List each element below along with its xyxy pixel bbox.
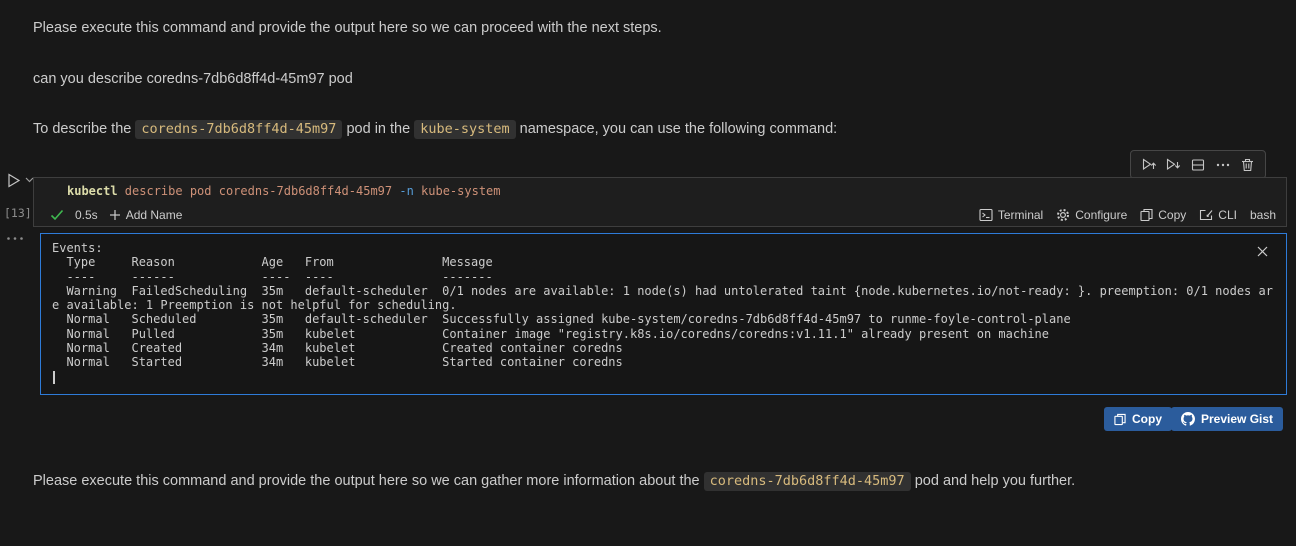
split-cell-icon bbox=[1190, 157, 1206, 173]
run-below-icon bbox=[1165, 157, 1182, 173]
close-output-button[interactable] bbox=[1254, 243, 1270, 259]
trash-icon bbox=[1240, 157, 1255, 173]
add-name-button[interactable]: Add Name bbox=[109, 207, 183, 222]
text-segment: pod in the bbox=[342, 121, 415, 137]
shell-name: bash bbox=[1249, 207, 1276, 222]
configure-label: Configure bbox=[1075, 207, 1128, 222]
split-cell-button[interactable] bbox=[1189, 156, 1207, 174]
execution-duration: 0.5s bbox=[75, 207, 98, 222]
inline-code-pod-name: coredns-7db6d8ff4d-45m97 bbox=[135, 120, 343, 139]
preview-gist-button[interactable]: Preview Gist bbox=[1171, 407, 1284, 431]
command-flag: -n bbox=[399, 183, 414, 198]
output-terminal[interactable]: Events: Type Reason Age From Message ---… bbox=[40, 233, 1287, 395]
output-menu-button[interactable] bbox=[6, 236, 24, 241]
copy-icon bbox=[1140, 208, 1153, 222]
terminal-output-text: Events: Type Reason Age From Message ---… bbox=[52, 241, 1273, 370]
execute-below-button[interactable] bbox=[1165, 156, 1183, 174]
copy-cell-label: Copy bbox=[1158, 207, 1187, 222]
cli-icon bbox=[1199, 208, 1213, 222]
assistant-message-2: To describe the coredns-7db6d8ff4d-45m97… bbox=[33, 120, 838, 139]
text-segment: namespace, you can use the following com… bbox=[515, 121, 838, 137]
ellipsis-icon bbox=[1215, 157, 1231, 173]
close-icon bbox=[1257, 246, 1268, 257]
configure-button[interactable]: Configure bbox=[1056, 208, 1127, 222]
command-args: describe pod coredns-7db6d8ff4d-45m97 bbox=[117, 183, 400, 198]
terminal-label: Terminal bbox=[997, 207, 1044, 222]
copy-cell-button[interactable]: Copy bbox=[1140, 208, 1186, 222]
assistant-message-3: Please execute this command and provide … bbox=[33, 472, 1076, 491]
command-program: kubectl bbox=[67, 183, 118, 198]
copy-icon bbox=[1114, 413, 1126, 426]
play-icon bbox=[6, 172, 22, 189]
terminal-icon bbox=[979, 208, 993, 222]
copy-button-label: Copy bbox=[1132, 412, 1162, 426]
cell-toolbar bbox=[1130, 150, 1266, 179]
execute-above-button[interactable] bbox=[1140, 156, 1158, 174]
github-icon bbox=[1181, 412, 1195, 426]
copy-output-button[interactable]: Copy bbox=[1104, 407, 1172, 431]
gear-icon bbox=[1056, 208, 1070, 222]
run-above-icon bbox=[1141, 157, 1158, 173]
cell-status-bar: 0.5s Add Name Terminal Configure Copy CL… bbox=[34, 203, 1286, 226]
terminal-cursor bbox=[53, 371, 55, 384]
more-actions-button[interactable] bbox=[1214, 156, 1232, 174]
inline-code-pod-name: coredns-7db6d8ff4d-45m97 bbox=[703, 472, 911, 491]
preview-gist-label: Preview Gist bbox=[1201, 412, 1274, 426]
inline-code-namespace: kube-system bbox=[414, 120, 516, 139]
ellipsis-icon bbox=[6, 236, 24, 241]
delete-cell-button[interactable] bbox=[1238, 156, 1256, 174]
add-name-label: Add Name bbox=[125, 207, 183, 222]
text-segment: Please execute this command and provide … bbox=[33, 473, 704, 489]
notebook-page: Please execute this command and provide … bbox=[0, 0, 1296, 546]
assistant-message-1: Please execute this command and provide … bbox=[33, 20, 662, 36]
text-segment: To describe the bbox=[33, 121, 136, 137]
user-message: can you describe coredns-7db6d8ff4d-45m9… bbox=[33, 71, 353, 87]
shell-type-label[interactable]: bash bbox=[1250, 208, 1276, 222]
plus-icon bbox=[109, 209, 121, 221]
execution-count: [13] bbox=[4, 206, 32, 220]
terminal-button[interactable]: Terminal bbox=[979, 208, 1043, 222]
command-line[interactable]: kubectl describe pod coredns-7db6d8ff4d-… bbox=[34, 178, 1286, 203]
cli-button[interactable]: CLI bbox=[1199, 208, 1237, 222]
cli-label: CLI bbox=[1218, 207, 1237, 222]
text-segment: pod and help you further. bbox=[910, 473, 1076, 489]
success-check-icon bbox=[50, 209, 64, 221]
command-args-2: kube-system bbox=[413, 183, 501, 198]
run-cell-button[interactable] bbox=[6, 172, 34, 189]
code-cell: kubectl describe pod coredns-7db6d8ff4d-… bbox=[33, 177, 1287, 227]
